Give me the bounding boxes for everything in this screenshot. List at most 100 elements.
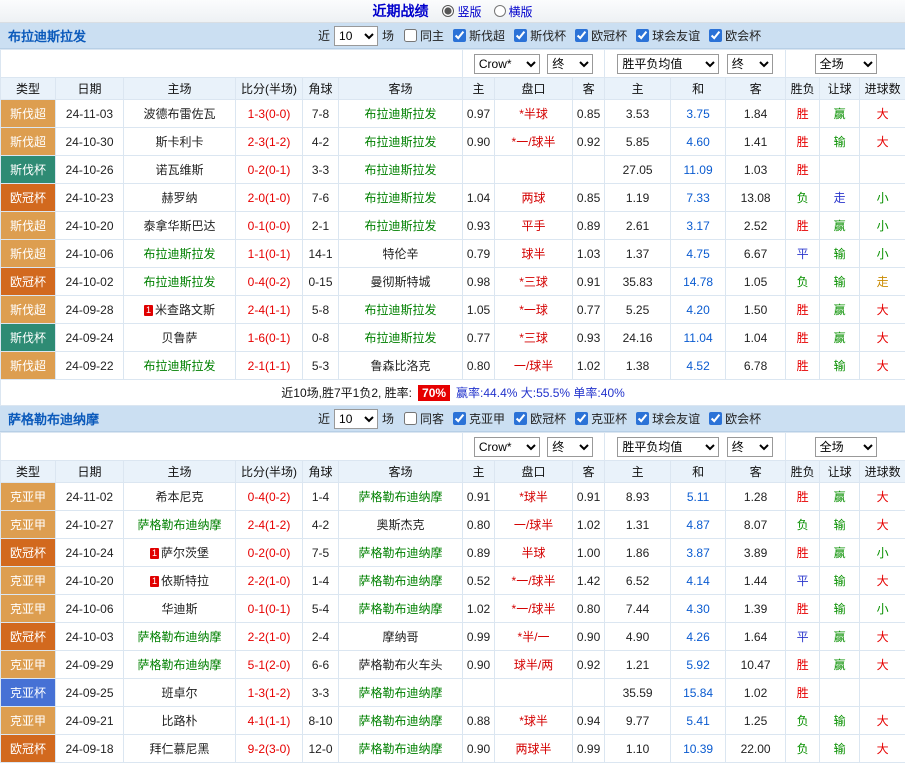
view-mode-radio[interactable] [442,5,454,17]
scope-select[interactable]: 全场 [815,54,877,74]
filter-checkbox[interactable] [636,412,649,425]
away-team[interactable]: 布拉迪斯拉发 [339,296,463,324]
away-team[interactable]: 萨格勒布迪纳摩 [339,735,463,763]
filter-option[interactable]: 克亚甲 [453,410,505,427]
match-row: 斯伐超24-11-03波德布雷佐瓦1-3(0-0)7-8布拉迪斯拉发0.97*半… [1,100,905,128]
away-team[interactable]: 布拉迪斯拉发 [339,100,463,128]
filter-checkbox[interactable] [709,29,722,42]
match-date: 24-10-02 [56,268,124,296]
view-option[interactable]: 竖版 [442,3,481,20]
avg-away-odds: 1.02 [726,679,786,707]
away-team[interactable]: 鲁森比洛克 [339,352,463,380]
avg-final-select[interactable]: 终 [727,437,773,457]
handicap-away-odds: 1.42 [573,567,605,595]
away-team[interactable]: 萨格勒布迪纳摩 [339,483,463,511]
avg-type-select[interactable]: 胜平负均值 [617,437,719,457]
home-team[interactable]: 华迪斯 [124,595,236,623]
home-team[interactable]: 诺瓦维斯 [124,156,236,184]
away-team[interactable]: 萨格勒布迪纳摩 [339,707,463,735]
filter-option[interactable]: 欧会杯 [709,27,761,44]
view-mode-radio[interactable] [494,5,506,17]
corner-score: 1-4 [303,567,339,595]
home-team[interactable]: 萨格勒布迪纳摩 [124,511,236,539]
home-team[interactable]: 拜仁慕尼黑 [124,735,236,763]
filter-option[interactable]: 同主 [404,27,444,44]
recent-count-select[interactable]: 10 [334,26,378,46]
filter-checkbox[interactable] [709,412,722,425]
column-header: 客 [726,461,786,483]
home-team[interactable]: 布拉迪斯拉发 [124,268,236,296]
filter-checkbox[interactable] [453,412,466,425]
result-winloss: 胜 [786,324,820,352]
filter-option[interactable]: 斯伐杯 [514,27,566,44]
away-team[interactable]: 布拉迪斯拉发 [339,184,463,212]
match-row: 克亚甲24-10-06华迪斯0-1(0-1)5-4萨格勒布迪纳摩1.02*一/球… [1,595,905,623]
away-team[interactable]: 萨格勒布迪纳摩 [339,595,463,623]
home-team[interactable]: 1萨尔茨堡 [124,539,236,567]
home-team[interactable]: 布拉迪斯拉发 [124,352,236,380]
home-team[interactable]: 泰拿华斯巴达 [124,212,236,240]
home-team[interactable]: 希本尼克 [124,483,236,511]
filter-checkbox[interactable] [404,412,417,425]
home-team[interactable]: 萨格勒布迪纳摩 [124,623,236,651]
recent-count-select[interactable]: 10 [334,409,378,429]
result-goals: 大 [860,567,905,595]
filter-option[interactable]: 球会友谊 [636,410,700,427]
filter-checkbox[interactable] [575,412,588,425]
filter-option[interactable]: 斯伐超 [453,27,505,44]
odds-company-select[interactable]: Crow* [474,54,540,74]
home-team[interactable]: 1米查路文斯 [124,296,236,324]
handicap-home-odds: 0.90 [463,735,495,763]
filter-option[interactable]: 球会友谊 [636,27,700,44]
result-goals: 小 [860,212,905,240]
result-goals: 大 [860,296,905,324]
away-team[interactable]: 布拉迪斯拉发 [339,212,463,240]
team-name-heading[interactable]: 布拉迪斯拉发 [8,26,86,45]
filter-option[interactable]: 同客 [404,410,444,427]
home-team[interactable]: 1依斯特拉 [124,567,236,595]
team-name-heading[interactable]: 萨格勒布迪纳摩 [8,409,99,428]
home-team[interactable]: 赫罗纳 [124,184,236,212]
odds-company-select[interactable]: Crow* [474,437,540,457]
avg-final-select[interactable]: 终 [727,54,773,74]
away-team[interactable]: 萨格勒布火车头 [339,651,463,679]
away-team[interactable]: 曼彻斯特城 [339,268,463,296]
away-team[interactable]: 萨格勒布迪纳摩 [339,539,463,567]
away-team[interactable]: 布拉迪斯拉发 [339,128,463,156]
column-header: 类型 [1,78,56,100]
away-team[interactable]: 摩纳哥 [339,623,463,651]
filter-checkbox[interactable] [404,29,417,42]
home-team[interactable]: 波德布雷佐瓦 [124,100,236,128]
home-team[interactable]: 斯卡利卡 [124,128,236,156]
avg-home-odds: 9.77 [605,707,671,735]
filter-option[interactable]: 欧会杯 [709,410,761,427]
home-team[interactable]: 比路朴 [124,707,236,735]
avg-home-odds: 35.59 [605,679,671,707]
view-option[interactable]: 横版 [494,3,533,20]
filter-checkbox[interactable] [575,29,588,42]
filter-option[interactable]: 欧冠杯 [575,27,627,44]
odds-final-select[interactable]: 终 [547,54,593,74]
filter-option[interactable]: 克亚杯 [575,410,627,427]
away-team[interactable]: 特伦辛 [339,240,463,268]
filter-checkbox[interactable] [514,412,527,425]
type-badge: 克亚甲 [1,567,56,595]
away-team[interactable]: 奥斯杰克 [339,511,463,539]
away-team[interactable]: 布拉迪斯拉发 [339,324,463,352]
scope-select[interactable]: 全场 [815,437,877,457]
away-team[interactable]: 萨格勒布迪纳摩 [339,567,463,595]
away-team[interactable]: 布拉迪斯拉发 [339,156,463,184]
filter-checkbox[interactable] [514,29,527,42]
odds-final-select[interactable]: 终 [547,437,593,457]
home-team[interactable]: 贝鲁萨 [124,324,236,352]
home-team[interactable]: 布拉迪斯拉发 [124,240,236,268]
home-team[interactable]: 班卓尔 [124,679,236,707]
team-name: 特伦辛 [383,247,419,261]
filter-checkbox[interactable] [453,29,466,42]
filter-option[interactable]: 欧冠杯 [514,410,566,427]
avg-type-select[interactable]: 胜平负均值 [617,54,719,74]
filter-checkbox[interactable] [636,29,649,42]
handicap-home-odds: 0.98 [463,268,495,296]
home-team[interactable]: 萨格勒布迪纳摩 [124,651,236,679]
away-team[interactable]: 萨格勒布迪纳摩 [339,679,463,707]
